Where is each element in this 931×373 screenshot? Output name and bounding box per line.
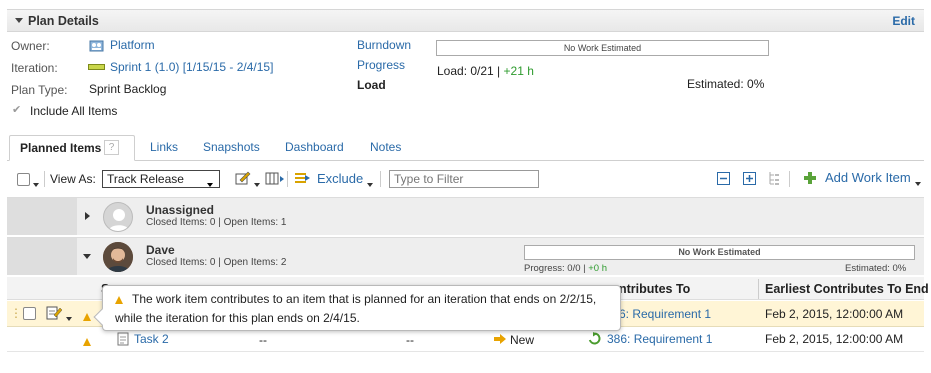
contributes-refresh-icon — [588, 332, 601, 348]
exclude-dropdown-icon[interactable] — [367, 177, 373, 191]
load-text: Load: 0/21 | — [437, 64, 504, 78]
plan-details-header[interactable]: Plan Details Edit — [7, 9, 924, 32]
group-progress-bar-label: No Work Estimated — [678, 247, 761, 257]
collapse-triangle-icon[interactable] — [15, 18, 23, 23]
group-progress-bar: No Work Estimated — [524, 245, 915, 260]
tab-planned-items-label: Planned Items — [20, 141, 102, 155]
collapse-all-icon[interactable] — [717, 172, 730, 188]
group-row-dave[interactable]: Dave Closed Items: 0 | Open Items: 2 No … — [7, 237, 924, 275]
owner-link[interactable]: Platform — [110, 38, 155, 52]
contributes-to-link[interactable]: 6: Requirement 1 — [619, 307, 711, 321]
filter-input[interactable] — [389, 170, 539, 188]
task-link[interactable]: Task 2 — [134, 332, 169, 346]
edit-columns-icon[interactable] — [235, 171, 251, 188]
tab-notes[interactable]: Notes — [370, 140, 401, 154]
team-icon — [89, 38, 104, 55]
exclude-icon[interactable] — [294, 170, 312, 189]
add-work-item-icon[interactable] — [803, 171, 817, 188]
warning-icon[interactable] — [83, 313, 91, 321]
include-all-checkmark-icon[interactable]: ✔ — [12, 103, 21, 116]
view-as-select[interactable]: Track Release — [102, 170, 220, 188]
tooltip-line-1: The work item contributes to an item tha… — [132, 292, 597, 306]
toolbar-separator — [380, 171, 381, 187]
avatar — [103, 242, 133, 272]
tabs-divider — [7, 160, 924, 161]
column-layout-icon[interactable] — [265, 171, 285, 188]
add-work-item-button[interactable]: Add Work Item — [825, 170, 911, 185]
exclude-button[interactable]: Exclude — [317, 171, 363, 186]
plan-type-label: Plan Type: — [11, 83, 68, 97]
plan-details-title: Plan Details — [28, 14, 99, 28]
expand-triangle-icon[interactable] — [85, 212, 90, 220]
group-name: Unassigned — [146, 203, 215, 217]
warning-tooltip: The work item contributes to an item tha… — [93, 285, 621, 331]
group-progress-label: Progress: 0/0 | — [524, 263, 589, 274]
warning-icon[interactable] — [83, 338, 91, 346]
tooltip-warning-icon — [115, 296, 123, 304]
load-label: Load — [357, 78, 386, 92]
group-summary: Closed Items: 0 | Open Items: 2 — [146, 257, 287, 268]
estimated-text: Estimated: 0% — [687, 77, 765, 91]
tooltip-line-2: while the iteration for this plan ends o… — [115, 311, 360, 325]
column-header-earliest-end[interactable]: Earliest Contributes To End — [765, 282, 929, 296]
include-all-label: Include All Items — [30, 104, 118, 118]
cell-value: -- — [259, 333, 267, 347]
group-name: Dave — [146, 243, 175, 257]
contributes-to-link[interactable]: 386: Requirement 1 — [607, 332, 712, 346]
plan-progress-bar: No Work Estimated — [436, 40, 769, 56]
plan-type-value: Sprint Backlog — [89, 82, 167, 96]
toolbar-separator — [789, 171, 790, 187]
burndown-link[interactable]: Burndown — [357, 38, 411, 52]
group-row-gutter — [7, 198, 77, 235]
cell-value: -- — [406, 333, 414, 347]
load-plus: +21 h — [503, 64, 534, 78]
group-summary: Closed Items: 0 | Open Items: 1 — [146, 217, 287, 228]
tab-snapshots[interactable]: Snapshots — [203, 140, 260, 154]
load-summary: Load: 0/21 | +21 h — [437, 64, 534, 78]
tab-planned-items[interactable]: Planned Items ? — [9, 135, 135, 161]
row-checkbox[interactable] — [23, 307, 36, 320]
group-progress-text: Progress: 0/0 | +0 h — [524, 263, 607, 274]
expand-all-icon[interactable] — [743, 172, 756, 188]
select-all-dropdown-icon[interactable] — [33, 177, 39, 191]
status-new-arrow-icon — [493, 333, 507, 348]
collapse-triangle-icon[interactable] — [83, 254, 91, 259]
group-estimated-text: Estimated: 0% — [845, 263, 907, 274]
toolbar-separator — [287, 171, 288, 187]
column-divider — [758, 279, 759, 299]
tree-view-icon[interactable] — [768, 171, 780, 189]
avatar-placeholder-icon — [103, 202, 133, 232]
select-all-checkbox[interactable] — [17, 173, 30, 186]
tab-links[interactable]: Links — [150, 140, 178, 154]
column-header-contributes-to[interactable]: ntributes To — [619, 282, 690, 296]
edit-columns-dropdown-icon[interactable] — [254, 177, 260, 191]
iteration-label: Iteration: — [11, 61, 58, 75]
earliest-end-value: Feb 2, 2015, 12:00:00 AM — [765, 307, 904, 321]
row-menu-dropdown-icon[interactable] — [66, 311, 72, 325]
view-as-chevron-down-icon — [207, 177, 213, 191]
toolbar-separator — [44, 171, 45, 187]
edit-link[interactable]: Edit — [892, 14, 915, 28]
help-icon[interactable]: ? — [104, 140, 119, 155]
owner-label: Owner: — [11, 39, 50, 53]
view-as-value: Track Release — [107, 172, 184, 186]
group-row-unassigned[interactable]: Unassigned Closed Items: 0 | Open Items:… — [7, 197, 924, 235]
tab-dashboard[interactable]: Dashboard — [285, 140, 344, 154]
plan-progress-bar-label: No Work Estimated — [563, 43, 642, 53]
earliest-end-value: Feb 2, 2015, 12:00:00 AM — [765, 332, 904, 346]
work-item-edit-icon[interactable] — [46, 305, 63, 323]
group-progress-plus: +0 h — [588, 263, 608, 274]
add-work-item-dropdown-icon[interactable] — [915, 176, 921, 190]
view-as-label: View As: — [50, 172, 96, 186]
status-value: New — [510, 333, 535, 347]
group-row-gutter — [7, 238, 77, 275]
iteration-link[interactable]: Sprint 1 (1.0) [1/15/15 - 2/4/15] — [110, 60, 273, 74]
progress-link[interactable]: Progress — [357, 58, 405, 72]
task-icon — [117, 332, 129, 349]
iteration-icon — [88, 64, 105, 70]
